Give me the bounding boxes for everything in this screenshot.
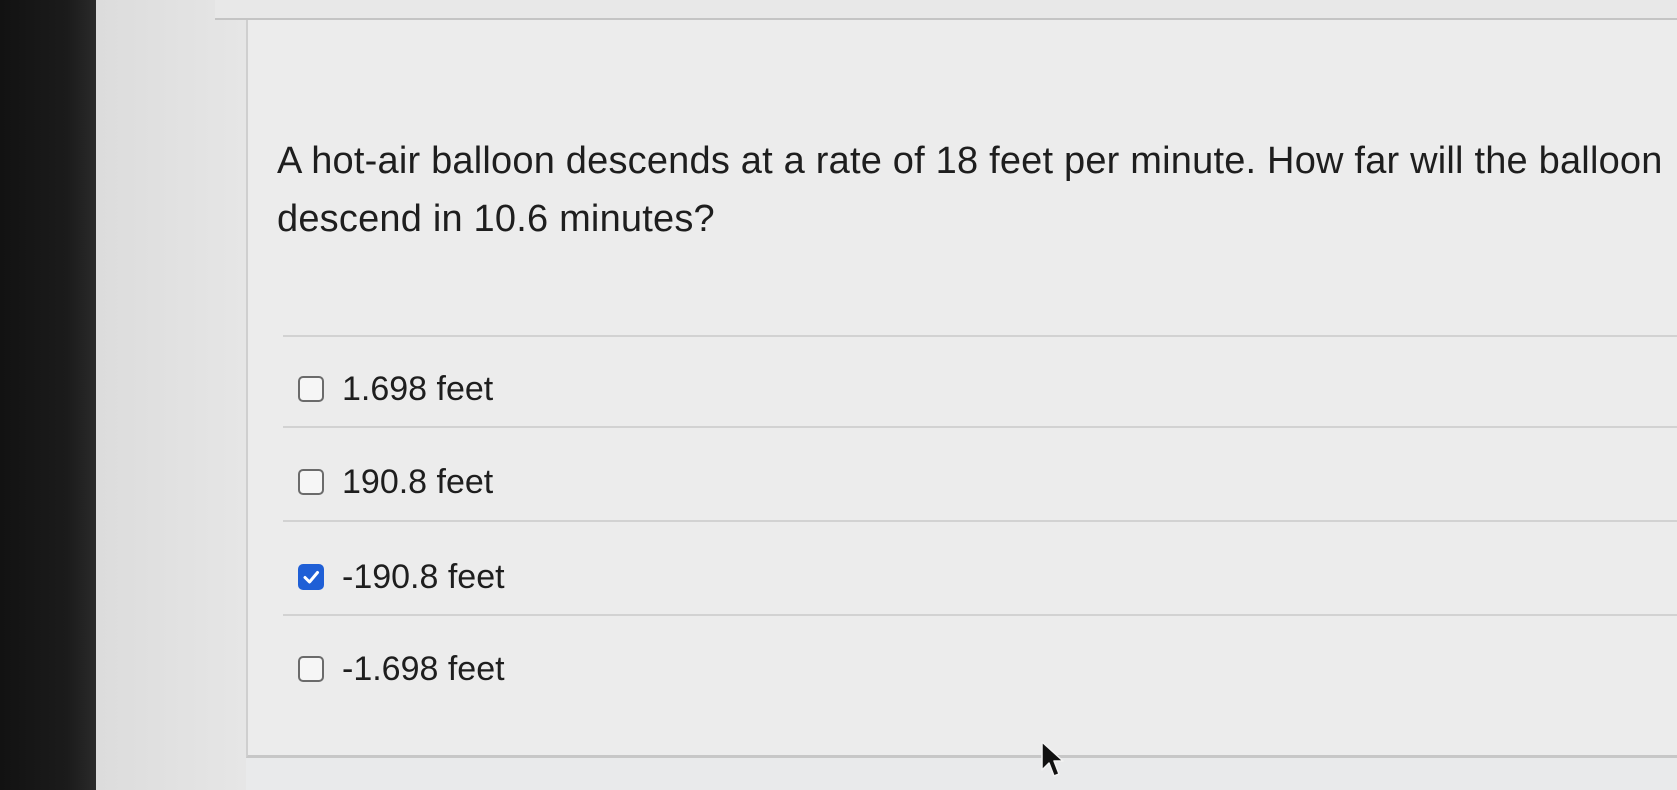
mouse-pointer-icon — [1041, 741, 1064, 777]
checkbox-unchecked-icon[interactable] — [298, 469, 324, 495]
answer-choice-3[interactable]: -190.8 feet — [298, 554, 505, 600]
monitor-bezel — [0, 0, 96, 790]
answer-choice-label: -1.698 feet — [342, 649, 505, 688]
question-text: A hot-air balloon descends at a rate of … — [277, 140, 1663, 240]
choice-divider — [283, 426, 1677, 428]
answer-choice-label: -190.8 feet — [342, 557, 505, 596]
checkbox-unchecked-icon[interactable] — [298, 376, 324, 402]
choice-divider — [283, 614, 1677, 616]
previous-question-card-edge — [215, 0, 1677, 20]
page-margin — [96, 0, 246, 790]
answer-choice-4[interactable]: -1.698 feet — [298, 646, 505, 692]
answer-choice-1[interactable]: 1.698 feet — [298, 366, 493, 412]
checkmark-icon — [303, 571, 319, 584]
checkbox-checked-icon[interactable] — [298, 564, 324, 590]
answer-choice-2[interactable]: 190.8 feet — [298, 459, 493, 505]
answer-choice-label: 190.8 feet — [342, 462, 494, 501]
answer-choice-label: 1.698 feet — [342, 369, 494, 408]
choice-divider — [283, 520, 1677, 522]
checkbox-unchecked-icon[interactable] — [298, 656, 324, 682]
choice-divider — [283, 335, 1677, 337]
